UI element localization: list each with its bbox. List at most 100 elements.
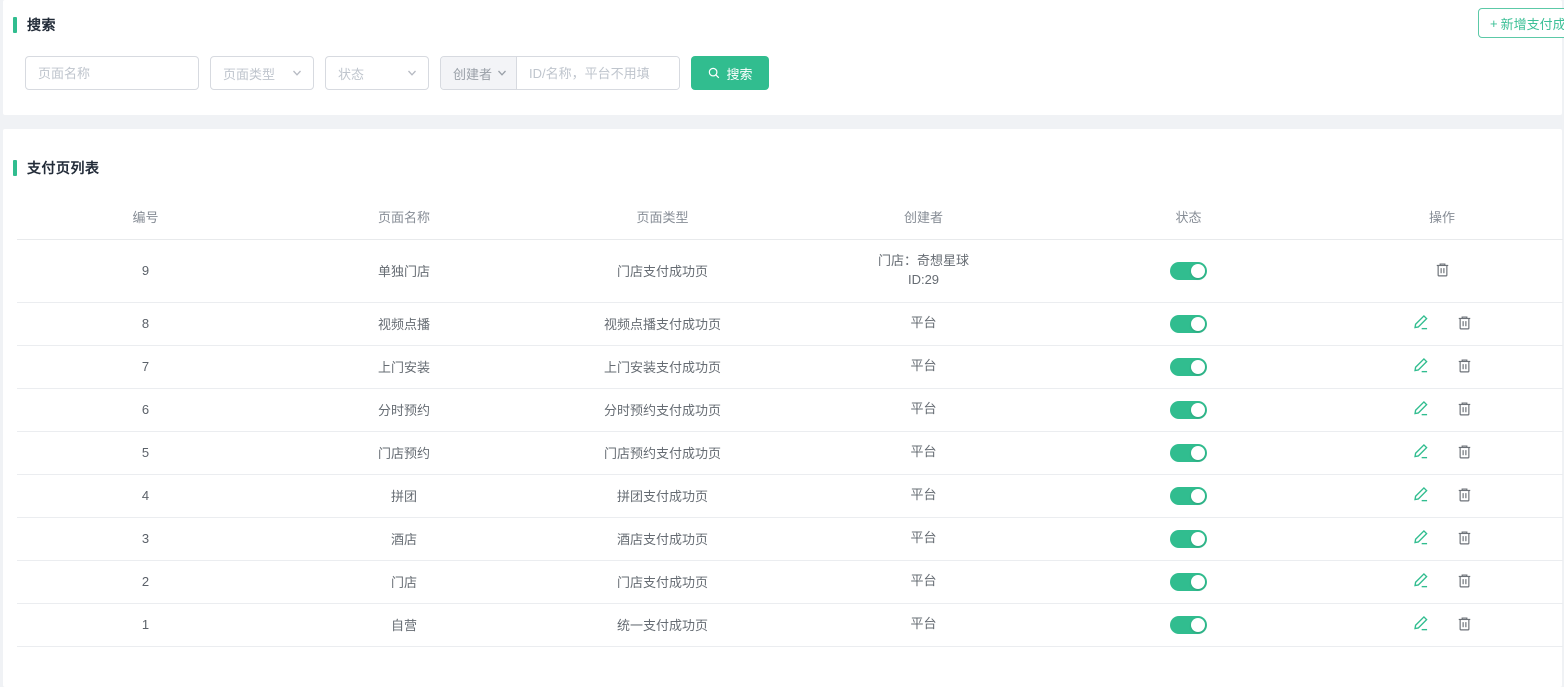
cell-id: 5 [17, 431, 274, 474]
trash-icon [1456, 443, 1473, 460]
delete-button[interactable] [1456, 572, 1473, 589]
page-type-select[interactable]: 页面类型 [210, 56, 314, 90]
add-pay-success-page-button[interactable]: + 新增支付成功页 [1478, 8, 1564, 38]
cell-page-name: 上门安装 [274, 345, 534, 388]
creator-main: 平台 [791, 314, 1056, 333]
creator-main: 平台 [791, 529, 1056, 548]
cell-ops [1321, 345, 1563, 388]
status-toggle[interactable] [1170, 358, 1207, 376]
cell-status [1056, 302, 1321, 345]
status-select[interactable]: 状态 [325, 56, 429, 90]
creator-main: 平台 [791, 357, 1056, 376]
payment-table-body: 9 单独门店 门店支付成功页 门店：奇想星球 ID:29 [17, 239, 1563, 646]
cell-page-name: 酒店 [274, 517, 534, 560]
delete-button[interactable] [1456, 314, 1473, 331]
cell-creator: 平台 [791, 603, 1056, 646]
delete-button[interactable] [1434, 261, 1451, 278]
edit-pencil-icon [1412, 313, 1430, 331]
creator-id-input[interactable] [517, 57, 679, 89]
edit-button[interactable] [1412, 442, 1430, 460]
status-toggle[interactable] [1170, 401, 1207, 419]
search-button[interactable]: 搜索 [691, 56, 769, 90]
cell-id: 7 [17, 345, 274, 388]
edit-button[interactable] [1412, 313, 1430, 331]
delete-button[interactable] [1456, 357, 1473, 374]
cell-page-name: 门店预约 [274, 431, 534, 474]
status-toggle[interactable] [1170, 487, 1207, 505]
cell-page-name: 门店 [274, 560, 534, 603]
page-type-select-value: 页面类型 [223, 64, 275, 83]
table-header-row: 编号 页面名称 页面类型 创建者 状态 操作 [17, 194, 1563, 239]
status-toggle[interactable] [1170, 573, 1207, 591]
search-title-text: 搜索 [27, 15, 56, 35]
chevron-down-icon [406, 67, 418, 79]
add-button-label: 新增支付成功页 [1501, 14, 1564, 33]
edit-button[interactable] [1412, 356, 1430, 374]
status-toggle[interactable] [1170, 315, 1207, 333]
title-accent-bar [13, 17, 17, 33]
cell-page-type: 门店支付成功页 [534, 560, 791, 603]
trash-icon [1456, 357, 1473, 374]
table-row: 2 门店 门店支付成功页 平台 [17, 560, 1563, 603]
trash-icon [1456, 314, 1473, 331]
table-row: 6 分时预约 分时预约支付成功页 平台 [17, 388, 1563, 431]
cell-ops [1321, 388, 1563, 431]
cell-status [1056, 239, 1321, 302]
cell-ops [1321, 239, 1563, 302]
cell-creator: 平台 [791, 560, 1056, 603]
status-toggle[interactable] [1170, 530, 1207, 548]
cell-status [1056, 517, 1321, 560]
cell-page-type: 酒店支付成功页 [534, 517, 791, 560]
cell-status [1056, 603, 1321, 646]
cell-ops [1321, 517, 1563, 560]
cell-ops [1321, 431, 1563, 474]
cell-ops [1321, 560, 1563, 603]
creator-main: 平台 [791, 400, 1056, 419]
edit-button[interactable] [1412, 399, 1430, 417]
creator-select[interactable]: 创建者 [441, 57, 517, 89]
delete-button[interactable] [1456, 529, 1473, 546]
edit-pencil-icon [1412, 442, 1430, 460]
status-toggle[interactable] [1170, 444, 1207, 462]
cell-page-name: 自营 [274, 603, 534, 646]
cell-page-type: 拼团支付成功页 [534, 474, 791, 517]
cell-status [1056, 431, 1321, 474]
edit-button[interactable] [1412, 528, 1430, 546]
list-section-title: 支付页列表 [13, 158, 1562, 178]
cell-status [1056, 388, 1321, 431]
status-toggle[interactable] [1170, 262, 1207, 280]
cell-id: 1 [17, 603, 274, 646]
header-name: 页面名称 [274, 194, 534, 239]
status-toggle[interactable] [1170, 616, 1207, 634]
search-form: 页面类型 状态 创建者 搜索 [25, 56, 769, 90]
creator-main: 平台 [791, 486, 1056, 505]
delete-button[interactable] [1456, 615, 1473, 632]
trash-icon [1456, 400, 1473, 417]
table-row: 9 单独门店 门店支付成功页 门店：奇想星球 ID:29 [17, 239, 1563, 302]
cell-id: 2 [17, 560, 274, 603]
page-name-input[interactable] [25, 56, 199, 90]
edit-button[interactable] [1412, 614, 1430, 632]
list-title-text: 支付页列表 [27, 158, 100, 178]
search-section-title: 搜索 [13, 15, 1562, 35]
creator-main: 平台 [791, 615, 1056, 634]
cell-status [1056, 560, 1321, 603]
header-creator: 创建者 [791, 194, 1056, 239]
header-id: 编号 [17, 194, 274, 239]
delete-button[interactable] [1456, 443, 1473, 460]
trash-icon [1456, 486, 1473, 503]
delete-button[interactable] [1456, 400, 1473, 417]
edit-button[interactable] [1412, 485, 1430, 503]
search-button-label: 搜索 [726, 64, 752, 83]
cell-creator: 平台 [791, 345, 1056, 388]
header-type: 页面类型 [534, 194, 791, 239]
edit-pencil-icon [1412, 399, 1430, 417]
cell-page-name: 单独门店 [274, 239, 534, 302]
header-status: 状态 [1056, 194, 1321, 239]
delete-button[interactable] [1456, 486, 1473, 503]
creator-select-value: 创建者 [453, 64, 492, 83]
edit-button[interactable] [1412, 571, 1430, 589]
creator-main: 平台 [791, 443, 1056, 462]
cell-creator: 平台 [791, 517, 1056, 560]
cell-ops [1321, 302, 1563, 345]
